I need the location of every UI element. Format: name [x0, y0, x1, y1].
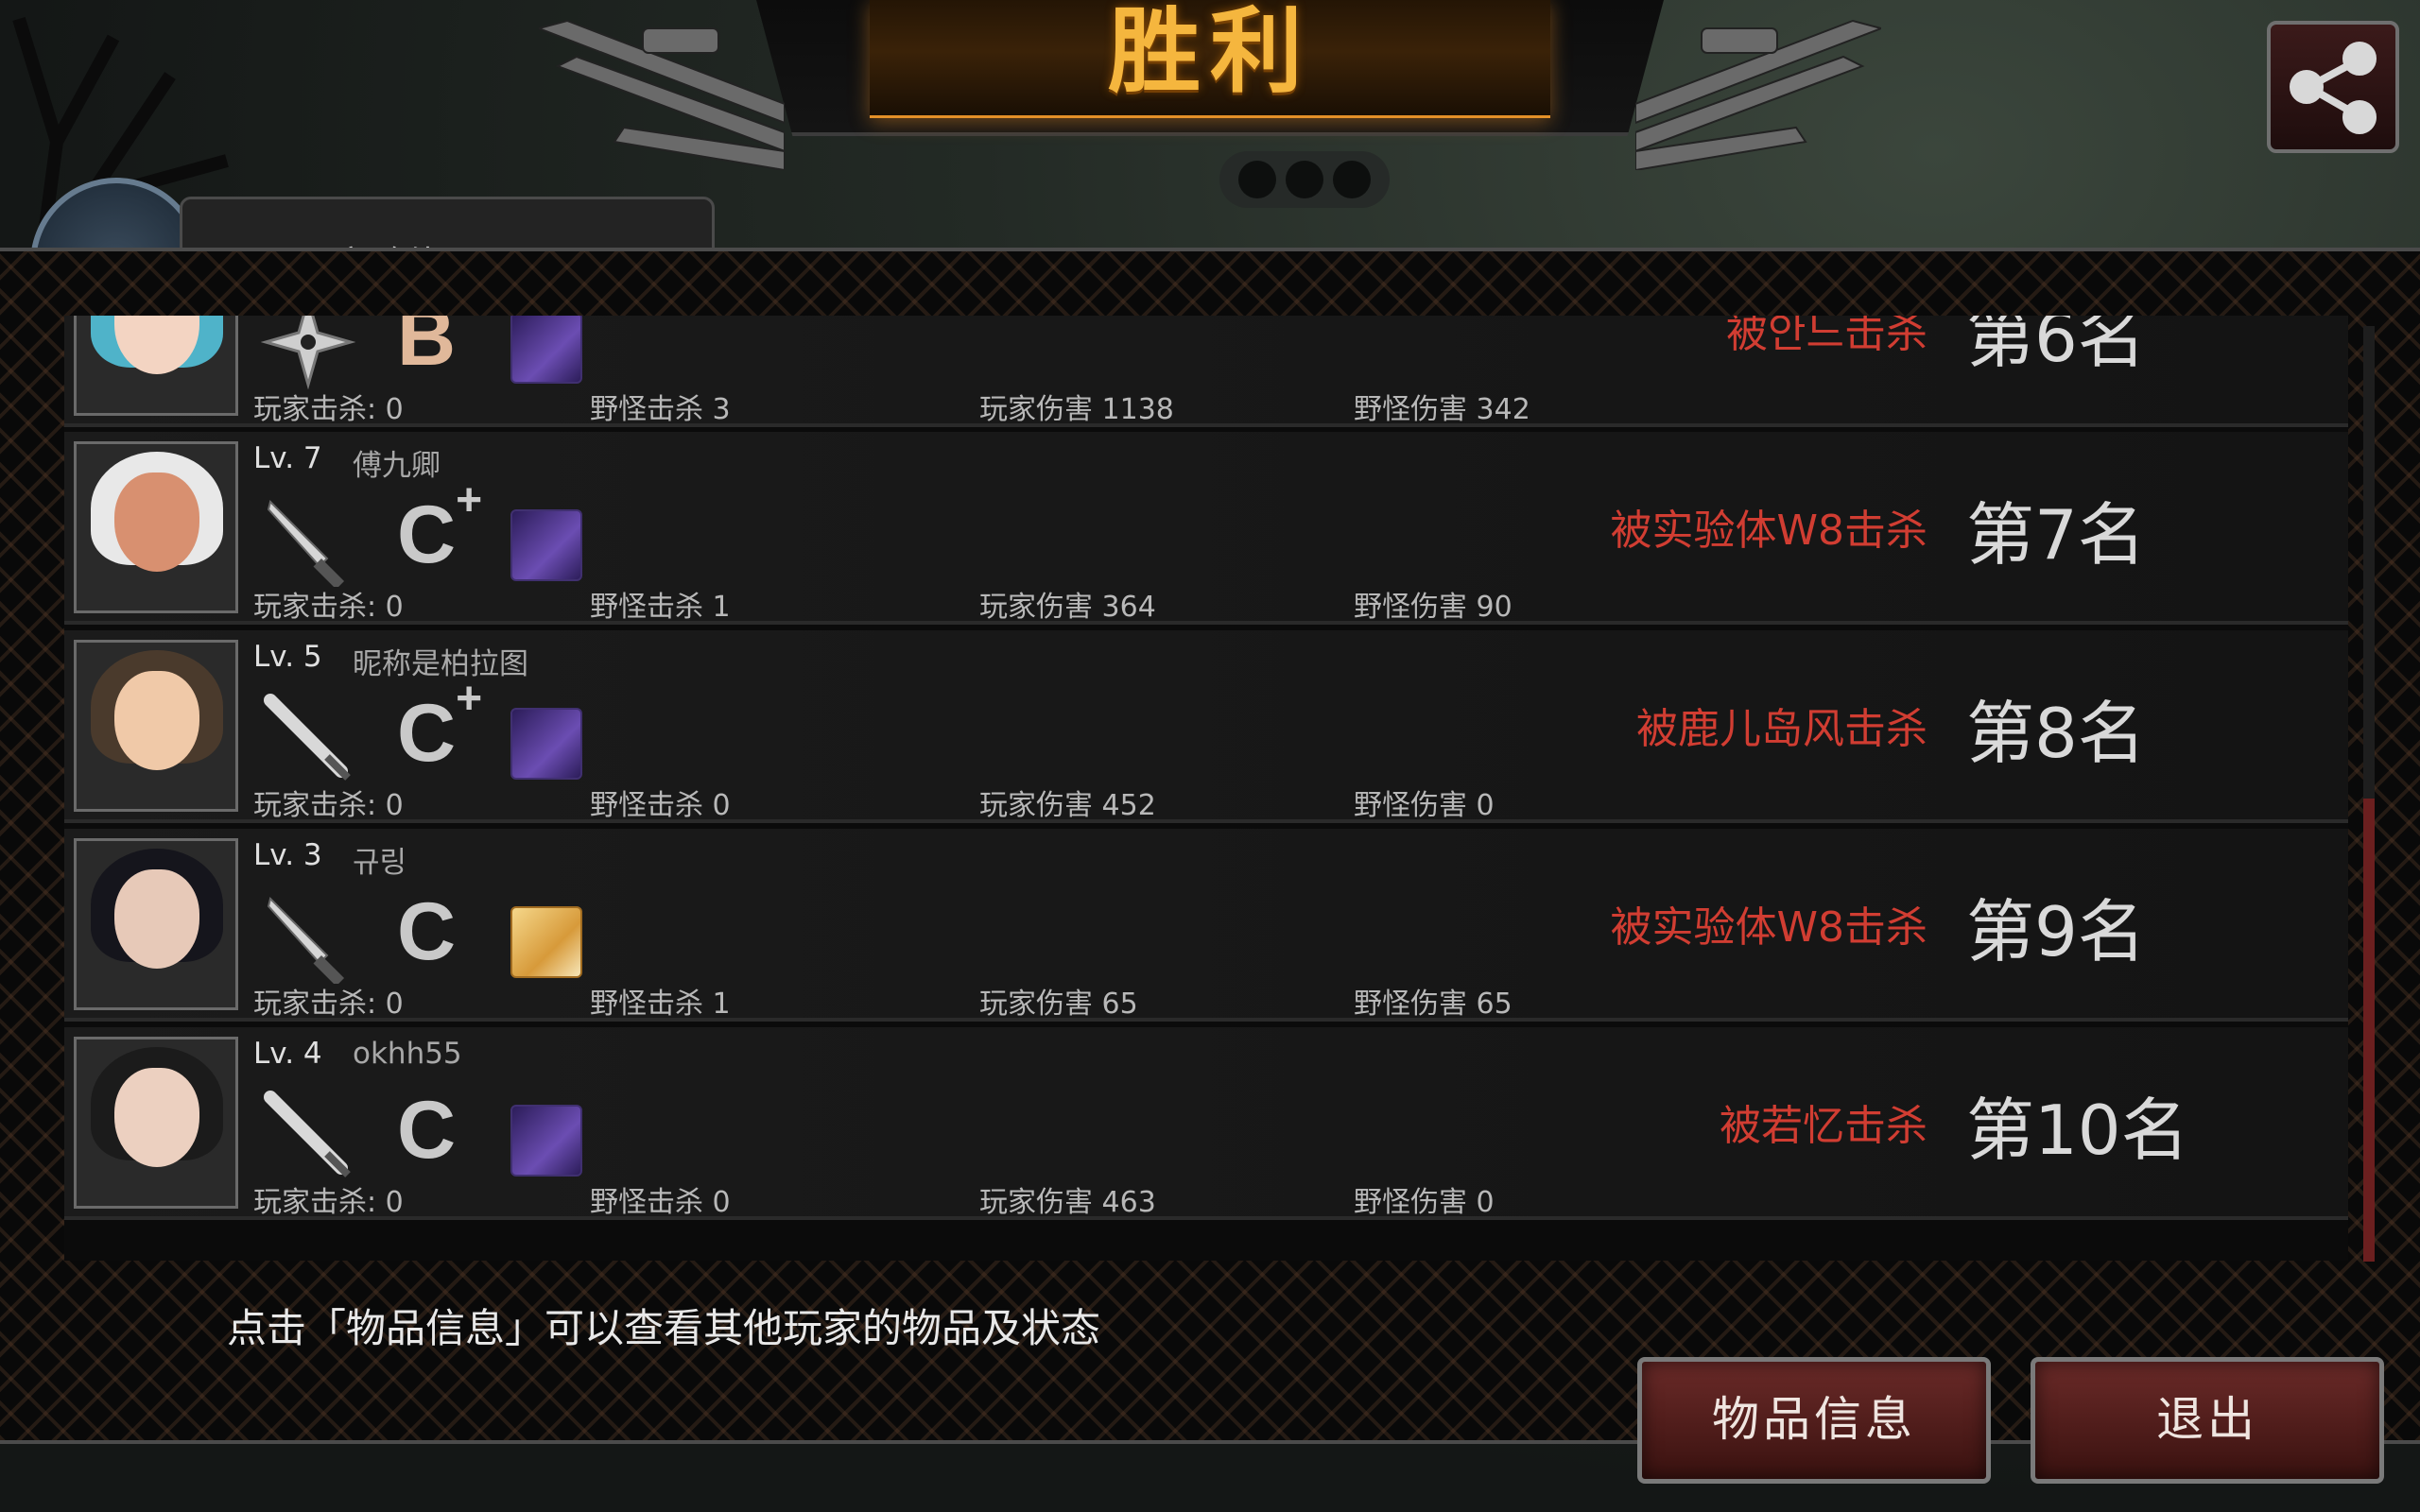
monster-kills: 野怪击杀 3: [590, 393, 731, 426]
purple-gear-icon[interactable]: [510, 316, 582, 384]
grade-badge: C+: [397, 674, 483, 779]
wing-emblem-right: [1635, 19, 1881, 170]
monster-damage: 野怪伤害 342: [1354, 393, 1530, 426]
player-damage: 玩家伤害 1138: [979, 393, 1174, 426]
player-row[interactable]: Lv. 5 昵称是柏拉图 C+ 被鹿儿岛风击杀 第8名 玩家击杀: 0 野怪击杀…: [64, 630, 2348, 823]
player-kills: 玩家击杀: 0: [253, 988, 404, 1021]
player-damage: 玩家伤害 364: [979, 591, 1156, 624]
monster-damage: 野怪伤害 0: [1354, 789, 1495, 822]
monster-kills: 野怪击杀 1: [590, 988, 731, 1021]
purple-gear-icon[interactable]: [510, 1105, 582, 1177]
knife-icon: [267, 897, 345, 984]
player-row[interactable]: Lv. 4 okhh55 C 被若忆击杀 第10名 玩家击杀: 0 野怪击杀 0…: [64, 1027, 2348, 1220]
player-kills: 玩家击杀: 0: [253, 591, 404, 624]
monster-damage: 野怪伤害 90: [1354, 591, 1512, 624]
player-damage: 玩家伤害 463: [979, 1186, 1156, 1219]
avatar: [74, 838, 238, 1010]
exit-button[interactable]: 退出: [2031, 1357, 2384, 1484]
player-level: Lv. 4: [253, 1037, 322, 1071]
wing-emblem-left: [539, 19, 785, 170]
scrollbar-thumb[interactable]: [2363, 799, 2375, 1262]
avatar: [74, 441, 238, 613]
player-kills: 玩家击杀: 0: [253, 393, 404, 426]
player-row[interactable]: B+ 被안느击杀 第6名 玩家击杀: 0 野怪击杀 3 玩家伤害 1138 野怪…: [64, 316, 2348, 427]
share-button[interactable]: [2267, 21, 2399, 153]
player-damage: 玩家伤害 452: [979, 789, 1156, 822]
killed-by-text: 被鹿儿岛风击杀: [1636, 705, 1927, 753]
player-name: 傅九卿: [353, 449, 441, 483]
player-row[interactable]: Lv. 7 傅九卿 C+ 被实验体W8击杀 第7名 玩家击杀: 0 野怪击杀 1…: [64, 432, 2348, 625]
rank-text: 第9名: [1966, 892, 2146, 971]
avatar: [74, 316, 238, 416]
knife-icon: [267, 500, 345, 587]
purple-gear-icon[interactable]: [510, 708, 582, 780]
player-level: Lv. 7: [253, 441, 322, 475]
player-name: okhh55: [353, 1037, 462, 1071]
killed-by-text: 被안느击杀: [1726, 316, 1927, 357]
player-kills: 玩家击杀: 0: [253, 1186, 404, 1219]
player-row[interactable]: Lv. 3 규링 C 被实验体W8击杀 第9名 玩家击杀: 0 野怪击杀 1 玩…: [64, 829, 2348, 1022]
player-name: 昵称是柏拉图: [353, 647, 528, 681]
avatar: [74, 640, 238, 812]
killed-by-text: 被实验体W8击杀: [1610, 903, 1928, 952]
rank-text: 第6名: [1966, 316, 2146, 377]
grade-badge: C: [397, 1085, 457, 1176]
share-icon: [2290, 42, 2377, 134]
gold-bread-icon[interactable]: [510, 906, 582, 978]
player-damage: 玩家伤害 65: [979, 988, 1138, 1021]
purple-gear-icon[interactable]: [510, 509, 582, 581]
page-title: 胜利: [1107, 0, 1312, 106]
monster-damage: 野怪伤害 65: [1354, 988, 1512, 1021]
rank-text: 第10名: [1966, 1091, 2189, 1170]
list-scrollbar[interactable]: [2363, 326, 2375, 1262]
avatar: [74, 1037, 238, 1209]
monster-damage: 野怪伤害 0: [1354, 1186, 1495, 1219]
traffic-light: [1219, 151, 1390, 208]
player-kills: 玩家击杀: 0: [253, 789, 404, 822]
killed-by-text: 被实验体W8击杀: [1610, 507, 1928, 555]
item-info-button[interactable]: 物品信息: [1637, 1357, 1991, 1484]
grade-badge: B+: [397, 316, 482, 383]
player-level: Lv. 5: [253, 640, 322, 674]
monster-kills: 野怪击杀 0: [590, 789, 731, 822]
shuriken-icon: [261, 316, 355, 389]
grade-badge: C: [397, 886, 457, 977]
bat-icon: [264, 1091, 351, 1177]
rank-text: 第8名: [1966, 694, 2146, 773]
player-list[interactable]: B+ 被안느击杀 第6名 玩家击杀: 0 野怪击杀 3 玩家伤害 1138 野怪…: [64, 316, 2348, 1261]
player-level: Lv. 3: [253, 838, 322, 872]
player-name: 규링: [353, 846, 407, 880]
monster-kills: 野怪击杀 1: [590, 591, 731, 624]
bat-icon: [264, 694, 351, 781]
rank-text: 第7名: [1966, 495, 2146, 575]
grade-badge: C+: [397, 475, 483, 580]
killed-by-text: 被若忆击杀: [1720, 1102, 1927, 1150]
monster-kills: 野怪击杀 0: [590, 1186, 731, 1219]
hint-text: 点击「物品信息」可以查看其他玩家的物品及状态: [227, 1305, 1101, 1351]
